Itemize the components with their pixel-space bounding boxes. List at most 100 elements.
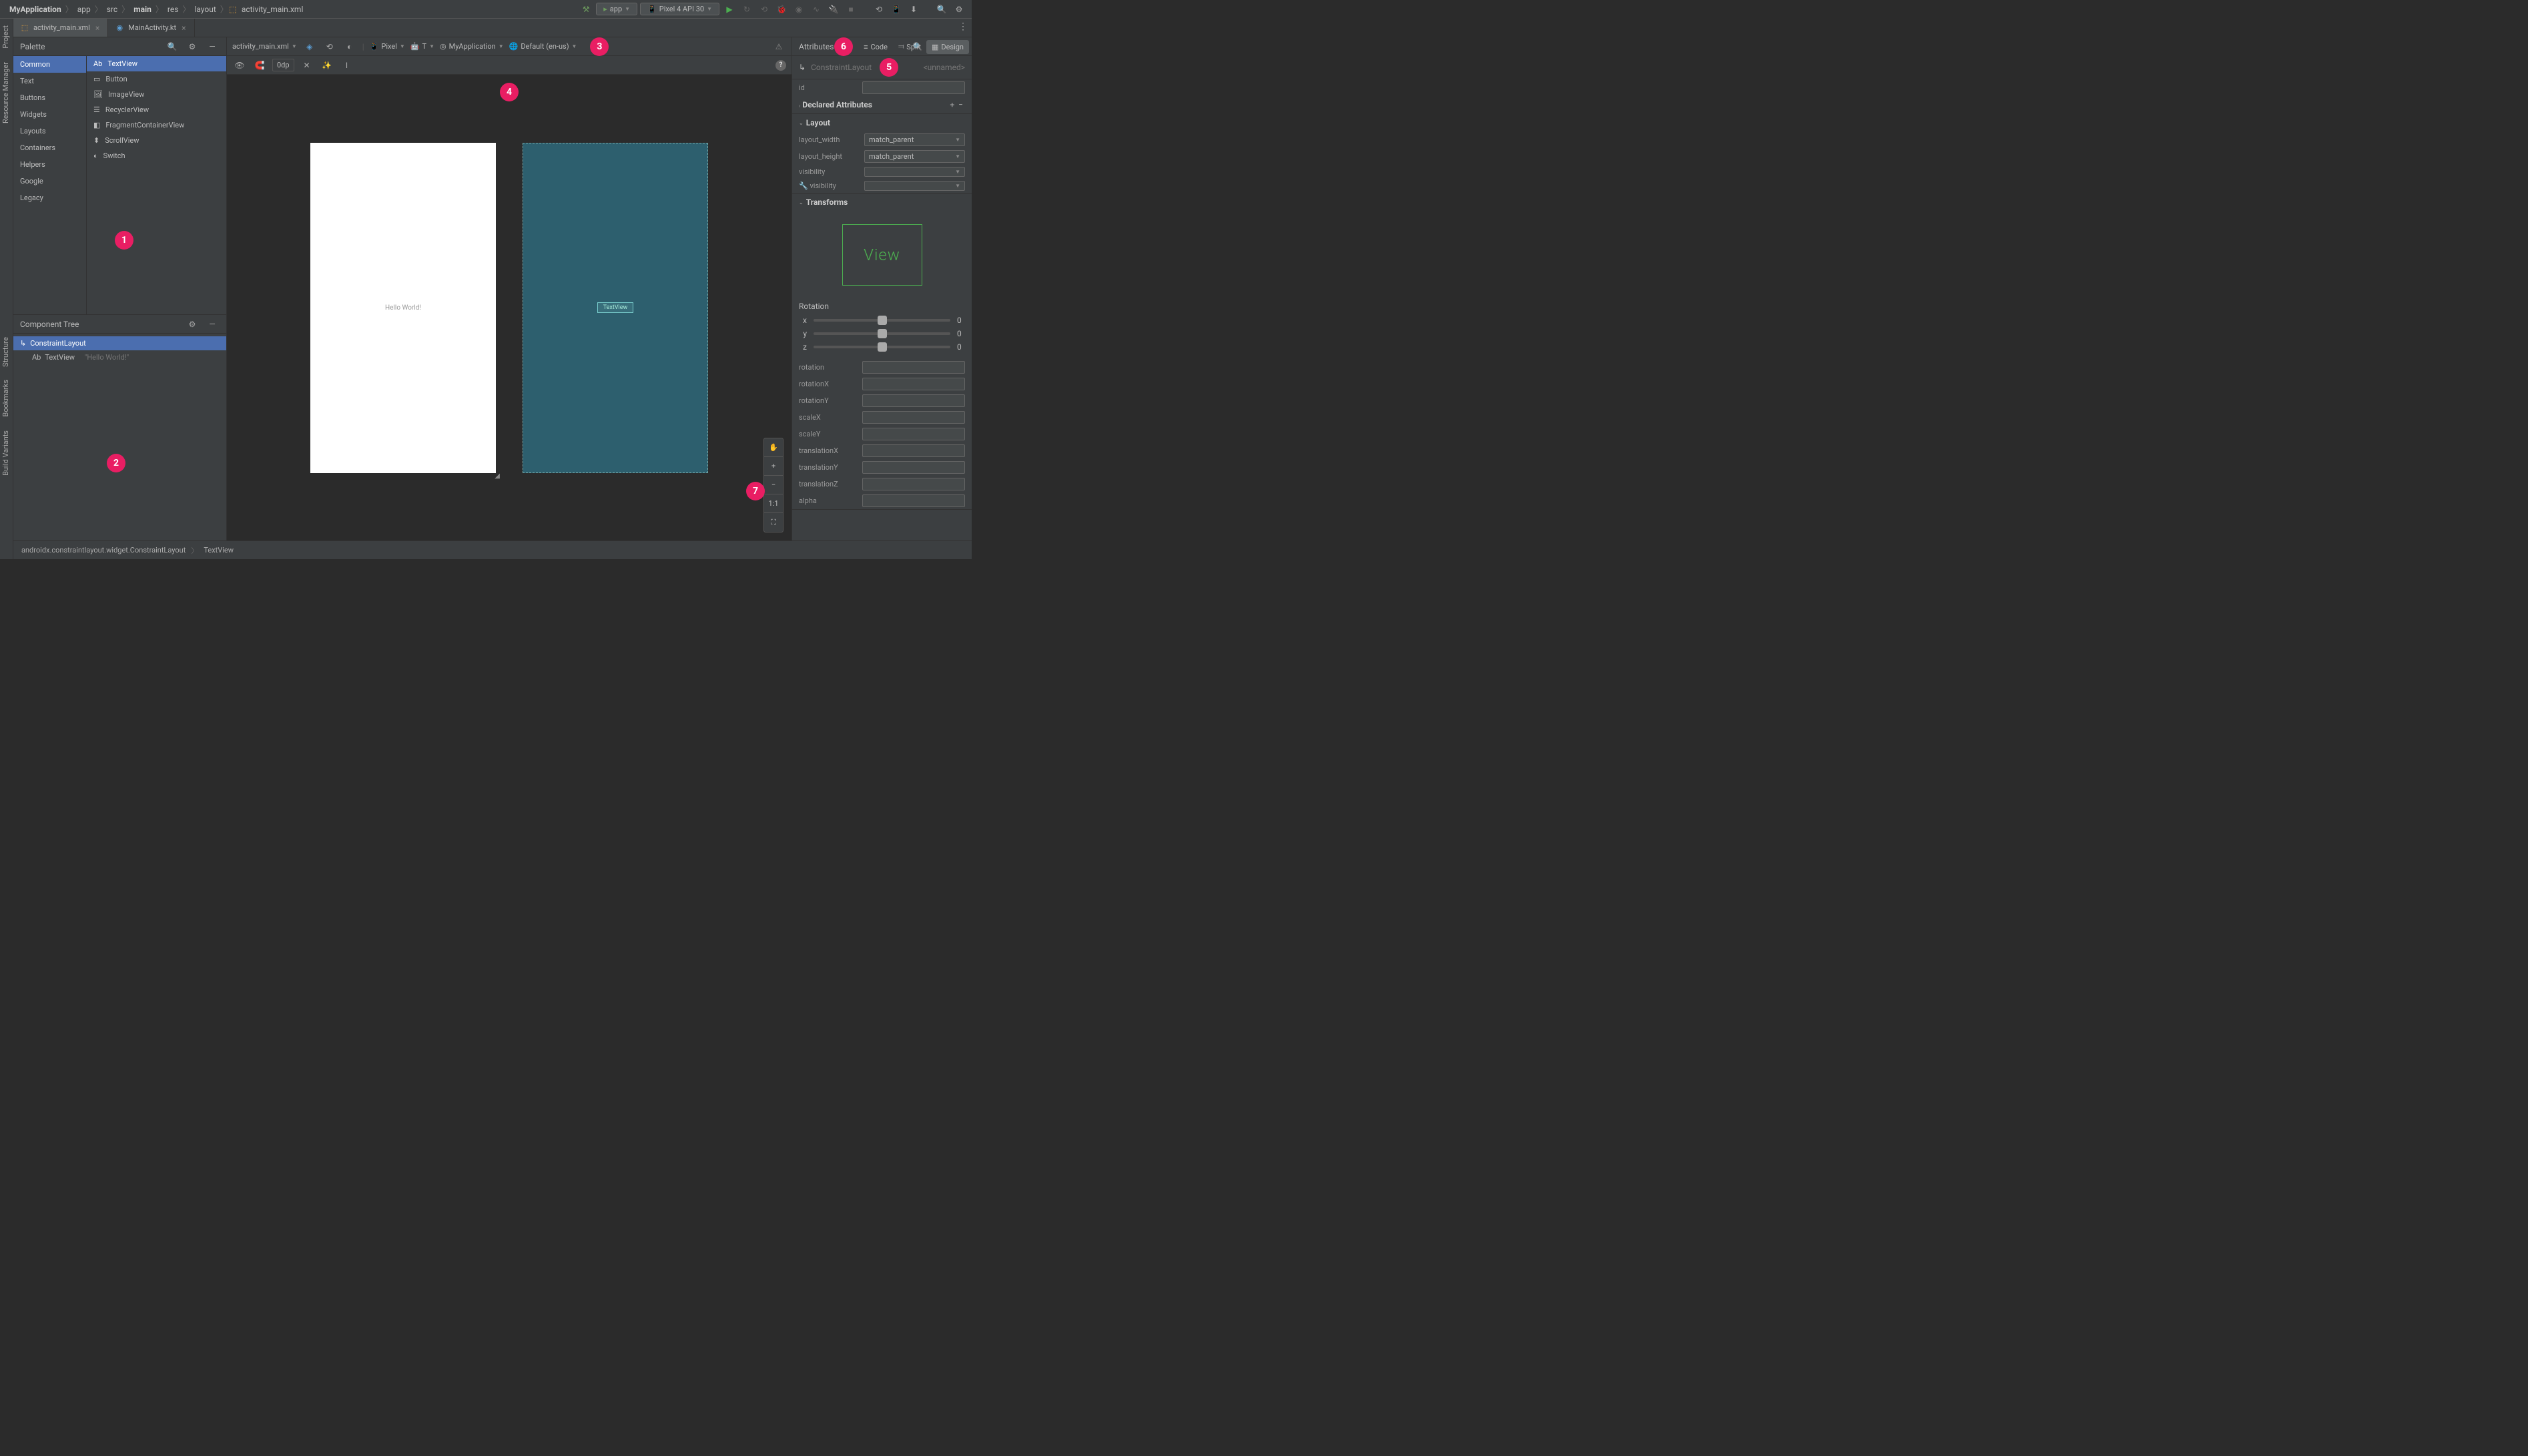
transforms-header[interactable]: ⌄Transforms — [792, 194, 972, 211]
help-icon[interactable]: ? — [775, 60, 786, 71]
device-dropdown[interactable]: 📱Pixel▼ — [370, 42, 405, 51]
design-surface[interactable]: Hello World! ◢ — [310, 143, 496, 473]
run-icon[interactable]: ▶ — [722, 2, 737, 17]
clear-constraints-icon[interactable]: ✕ — [300, 58, 314, 73]
surfaces-icon[interactable]: ◈ — [302, 39, 317, 54]
zoom-screen-button[interactable]: ⛶ — [764, 513, 783, 532]
rail-structure[interactable]: Structure — [0, 330, 11, 374]
palette-cat-text[interactable]: Text — [13, 73, 86, 89]
rotationy-input[interactable] — [862, 394, 965, 407]
design-canvas[interactable]: 4 Hello World! ◢ TextView ✋ + − 1:1 ⛶ 7 — [227, 75, 792, 540]
eye-icon[interactable]: 👁 — [232, 58, 247, 73]
palette-cat-helpers[interactable]: Helpers — [13, 156, 86, 173]
hammer-icon[interactable]: ⚒ — [579, 2, 593, 17]
blueprint-textview[interactable]: TextView — [597, 302, 634, 313]
breadcrumb-project[interactable]: MyApplication — [5, 5, 65, 14]
layout-width-select[interactable]: match_parent▼ — [864, 133, 965, 146]
translationx-input[interactable] — [862, 444, 965, 457]
palette-item-switch[interactable]: ◐Switch — [87, 148, 226, 163]
search-icon[interactable]: 🔍 — [165, 39, 180, 54]
gear-icon[interactable]: ⚙ — [185, 39, 200, 54]
stop-icon[interactable]: ■ — [844, 2, 858, 17]
orientation-icon[interactable]: ⟲ — [322, 39, 337, 54]
profile-icon[interactable]: ∿ — [809, 2, 824, 17]
magnet-icon[interactable]: 🧲 — [252, 58, 267, 73]
breadcrumb-src[interactable]: src — [103, 5, 121, 14]
breadcrumb-file[interactable]: activity_main.xml — [238, 5, 308, 14]
breadcrumb-app[interactable]: app — [73, 5, 95, 14]
rotation-y-slider[interactable]: y0 — [792, 327, 972, 340]
palette-item-scrollview[interactable]: ⬍ScrollView — [87, 133, 226, 148]
layout-height-select[interactable]: match_parent▼ — [864, 150, 965, 163]
translationy-input[interactable] — [862, 461, 965, 474]
scalex-input[interactable] — [862, 411, 965, 424]
visibility-select[interactable]: ▼ — [864, 167, 965, 177]
theme-dropdown[interactable]: 🤖T▼ — [410, 42, 434, 51]
breadcrumb-layout[interactable]: layout — [190, 5, 220, 14]
tabs-menu-icon[interactable]: ⋮ — [958, 21, 968, 32]
minimize-icon[interactable]: — — [205, 39, 220, 54]
resize-handle-icon[interactable]: ◢ — [495, 472, 500, 480]
id-input[interactable] — [862, 81, 965, 94]
breadcrumb-main[interactable]: main — [129, 5, 155, 14]
close-icon[interactable]: × — [180, 23, 187, 33]
guidelines-icon[interactable]: I — [340, 58, 354, 73]
palette-item-fragmentcontainer[interactable]: ◧FragmentContainerView — [87, 117, 226, 133]
tools-visibility-select[interactable]: ▼ — [864, 181, 965, 191]
rotation-z-slider[interactable]: z0 — [792, 340, 972, 354]
attach-icon[interactable]: 🔌 — [826, 2, 841, 17]
rotation-x-slider[interactable]: x0 — [792, 314, 972, 327]
palette-cat-google[interactable]: Google — [13, 173, 86, 190]
tree-constraintlayout[interactable]: ↳ConstraintLayout — [13, 336, 226, 350]
rail-resource-manager[interactable]: Resource Manager — [0, 55, 11, 130]
blueprint-surface[interactable]: TextView — [523, 143, 708, 473]
split-mode-button[interactable]: ⫤Split — [893, 39, 926, 54]
alpha-input[interactable] — [862, 494, 965, 507]
design-mode-button[interactable]: ▦Design — [926, 40, 969, 54]
gear-icon[interactable]: ⚙ — [185, 317, 200, 332]
sync-icon[interactable]: ⟲ — [872, 2, 886, 17]
status-view[interactable]: TextView — [204, 546, 234, 555]
rail-project[interactable]: Project — [0, 19, 11, 55]
rerun-icon[interactable]: ↻ — [739, 2, 754, 17]
remove-icon[interactable]: − — [956, 100, 965, 109]
coverage-icon[interactable]: ◉ — [792, 2, 806, 17]
scaley-input[interactable] — [862, 428, 965, 440]
layout-section-header[interactable]: ⌄Layout — [792, 114, 972, 131]
settings-icon[interactable]: ⚙ — [952, 2, 966, 17]
night-icon[interactable]: ◐ — [342, 39, 357, 54]
palette-cat-common[interactable]: Common — [13, 56, 86, 73]
apply-icon[interactable]: ⟲ — [757, 2, 771, 17]
file-dropdown[interactable]: activity_main.xml▼ — [232, 42, 297, 51]
palette-item-textview[interactable]: AbTextView — [87, 56, 226, 71]
palette-item-recyclerview[interactable]: ☰RecyclerView — [87, 102, 226, 117]
zoom-out-button[interactable]: − — [764, 476, 783, 494]
minimize-icon[interactable]: — — [205, 317, 220, 332]
tab-activity-main[interactable]: ⬚ activity_main.xml × — [13, 19, 108, 37]
palette-cat-legacy[interactable]: Legacy — [13, 190, 86, 206]
rail-build-variants[interactable]: Build Variants — [0, 424, 11, 482]
locale-dropdown[interactable]: 🌐Default (en-us)▼ — [509, 42, 577, 51]
app-config-dropdown[interactable]: ▸app▼ — [596, 3, 637, 15]
palette-cat-buttons[interactable]: Buttons — [13, 89, 86, 106]
add-icon[interactable]: + — [948, 100, 956, 109]
infer-constraints-icon[interactable]: ✨ — [320, 58, 334, 73]
declared-attrs-header[interactable]: › Declared Attributes +− — [792, 96, 972, 113]
sdk-icon[interactable]: ⬇ — [906, 2, 921, 17]
status-class[interactable]: androidx.constraintlayout.widget.Constra… — [21, 546, 186, 555]
tab-mainactivity[interactable]: ◉ MainActivity.kt × — [108, 19, 194, 37]
search-icon[interactable]: 🔍 — [934, 2, 949, 17]
app-dropdown[interactable]: ◎MyApplication▼ — [440, 42, 504, 51]
palette-cat-widgets[interactable]: Widgets — [13, 106, 86, 123]
warning-icon[interactable]: ⚠ — [771, 39, 786, 54]
rail-bookmarks[interactable]: Bookmarks — [0, 373, 11, 424]
code-mode-button[interactable]: ≡Code — [858, 40, 893, 54]
rotation-input[interactable] — [862, 361, 965, 374]
pan-button[interactable]: ✋ — [764, 438, 783, 457]
translationz-input[interactable] — [862, 478, 965, 490]
palette-cat-containers[interactable]: Containers — [13, 139, 86, 156]
palette-item-button[interactable]: ▭Button — [87, 71, 226, 87]
palette-cat-layouts[interactable]: Layouts — [13, 123, 86, 139]
palette-item-imageview[interactable]: 🖼ImageView — [87, 87, 226, 102]
margin-dropdown[interactable]: 0dp — [272, 59, 294, 71]
